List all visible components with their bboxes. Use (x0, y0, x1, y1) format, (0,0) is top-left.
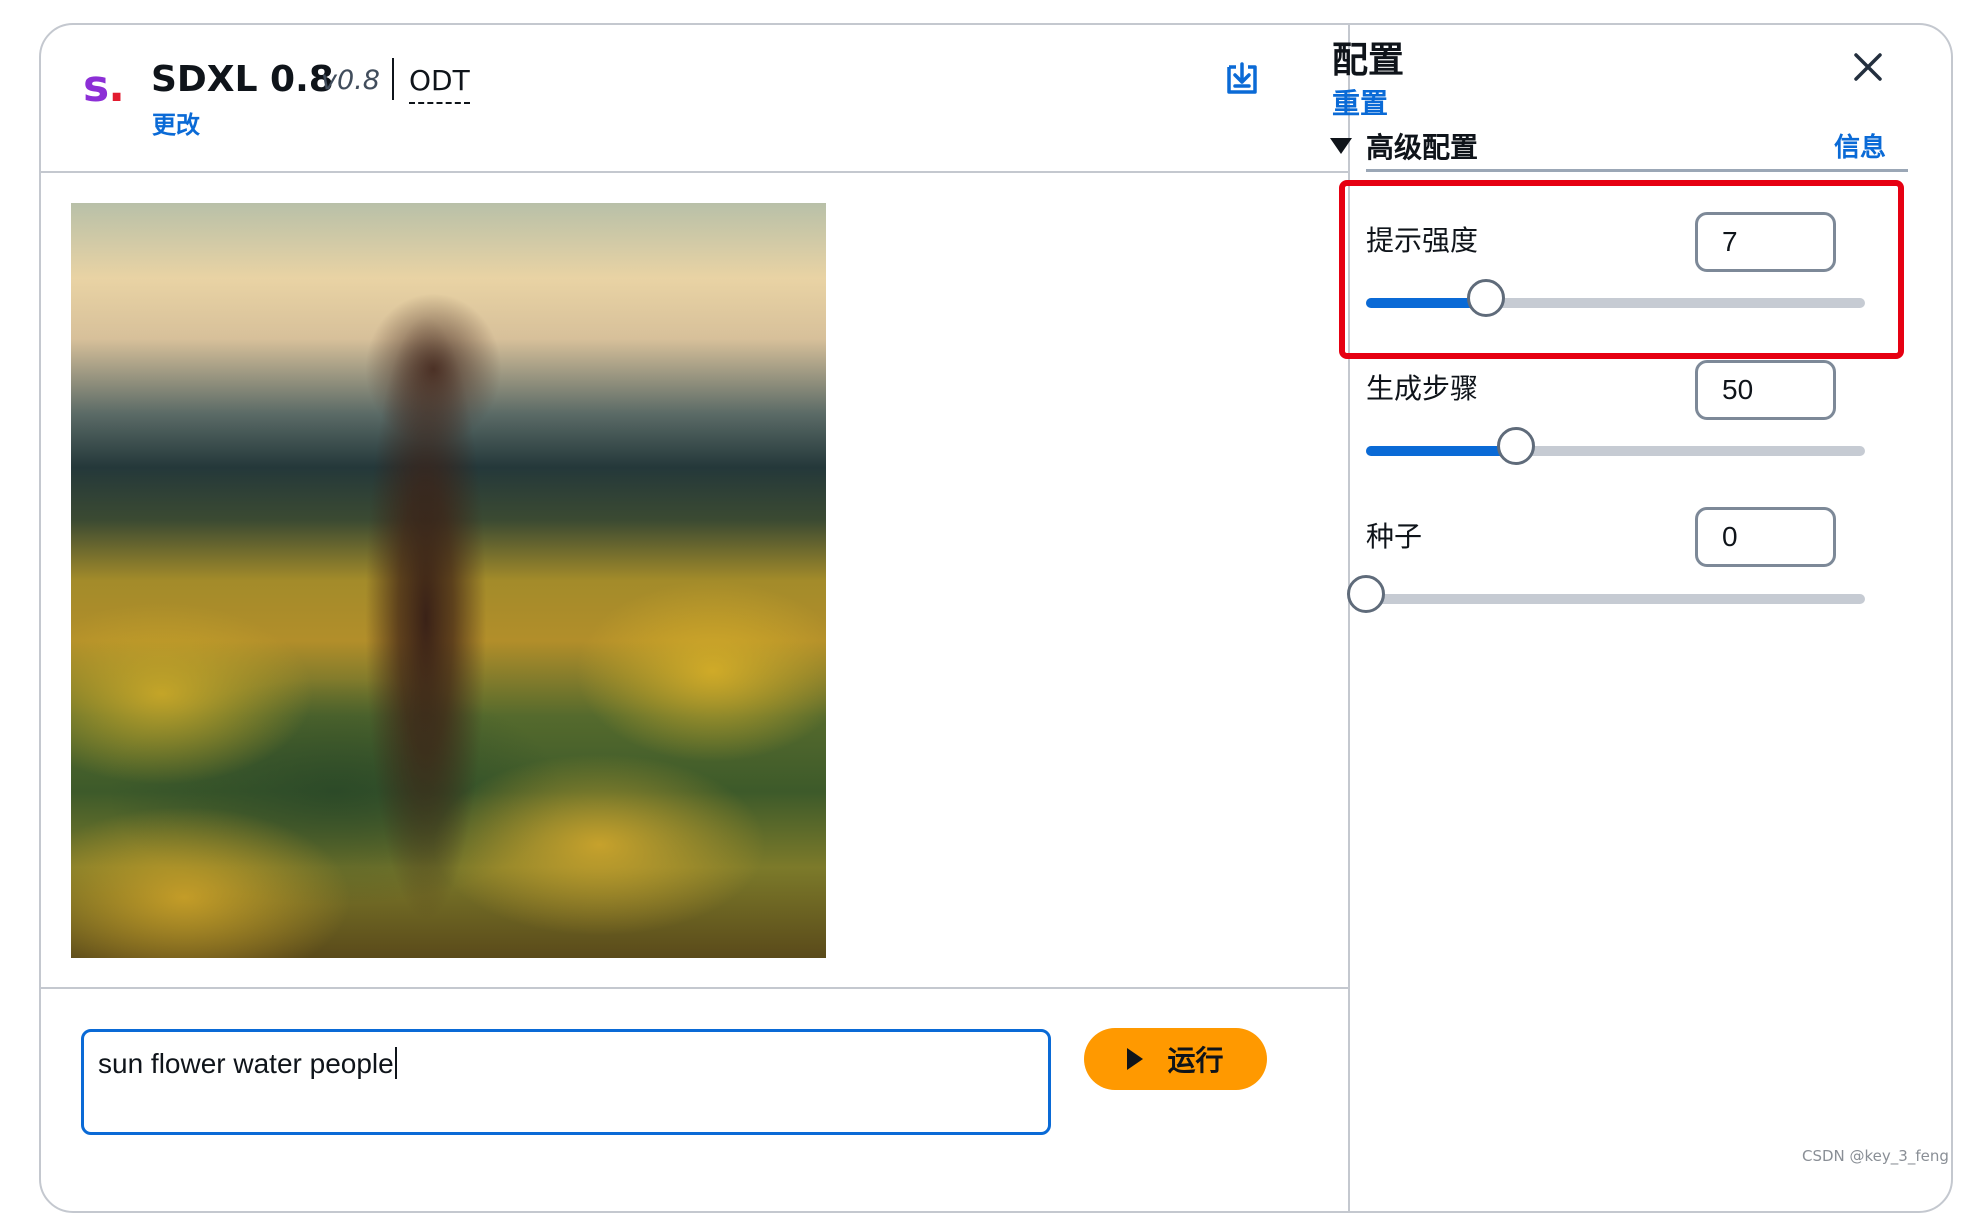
generation-steps-input[interactable]: 50 (1695, 360, 1836, 420)
watermark: CSDN @key_3_feng (1802, 1147, 1949, 1165)
reset-link[interactable]: 重置 (1332, 84, 1388, 124)
seed-label: 种子 (1366, 520, 1423, 553)
title-separator (392, 58, 394, 100)
seed-slider[interactable] (1347, 575, 1865, 613)
model-tag[interactable]: ODT (409, 58, 470, 104)
prompt-input[interactable]: sun flower water people (81, 1029, 1051, 1135)
header-divider (41, 171, 1348, 173)
close-icon[interactable] (1850, 49, 1886, 85)
advanced-config-divider (1366, 169, 1908, 172)
advanced-config-title: 高级配置 (1366, 131, 1479, 164)
download-icon[interactable] (1224, 61, 1260, 97)
run-button[interactable]: 运行 (1084, 1028, 1267, 1090)
brand-logo: s. (83, 61, 125, 112)
caret-down-icon (1330, 138, 1352, 154)
generation-steps-slider-thumb[interactable] (1496, 427, 1535, 465)
play-icon (1127, 1048, 1144, 1070)
generation-steps-slider-fill (1366, 446, 1516, 456)
highlight-box (1339, 180, 1904, 359)
run-button-label: 运行 (1167, 1044, 1224, 1077)
advanced-config-header[interactable]: 高级配置 信息 (1330, 128, 1910, 165)
config-title: 配置 (1332, 40, 1405, 81)
info-link[interactable]: 信息 (1834, 128, 1886, 165)
generation-steps-label: 生成步骤 (1366, 372, 1479, 405)
seed-slider-thumb[interactable] (1347, 575, 1385, 613)
generated-image (71, 203, 826, 958)
footer-divider (41, 987, 1348, 989)
text-caret (394, 1047, 397, 1079)
change-model-link[interactable]: 更改 (152, 107, 200, 143)
seed-input[interactable]: 0 (1695, 507, 1836, 567)
model-version: v0.8 (321, 65, 380, 96)
generation-steps-slider[interactable] (1366, 427, 1865, 465)
model-title: SDXL 0.8 (151, 59, 334, 100)
